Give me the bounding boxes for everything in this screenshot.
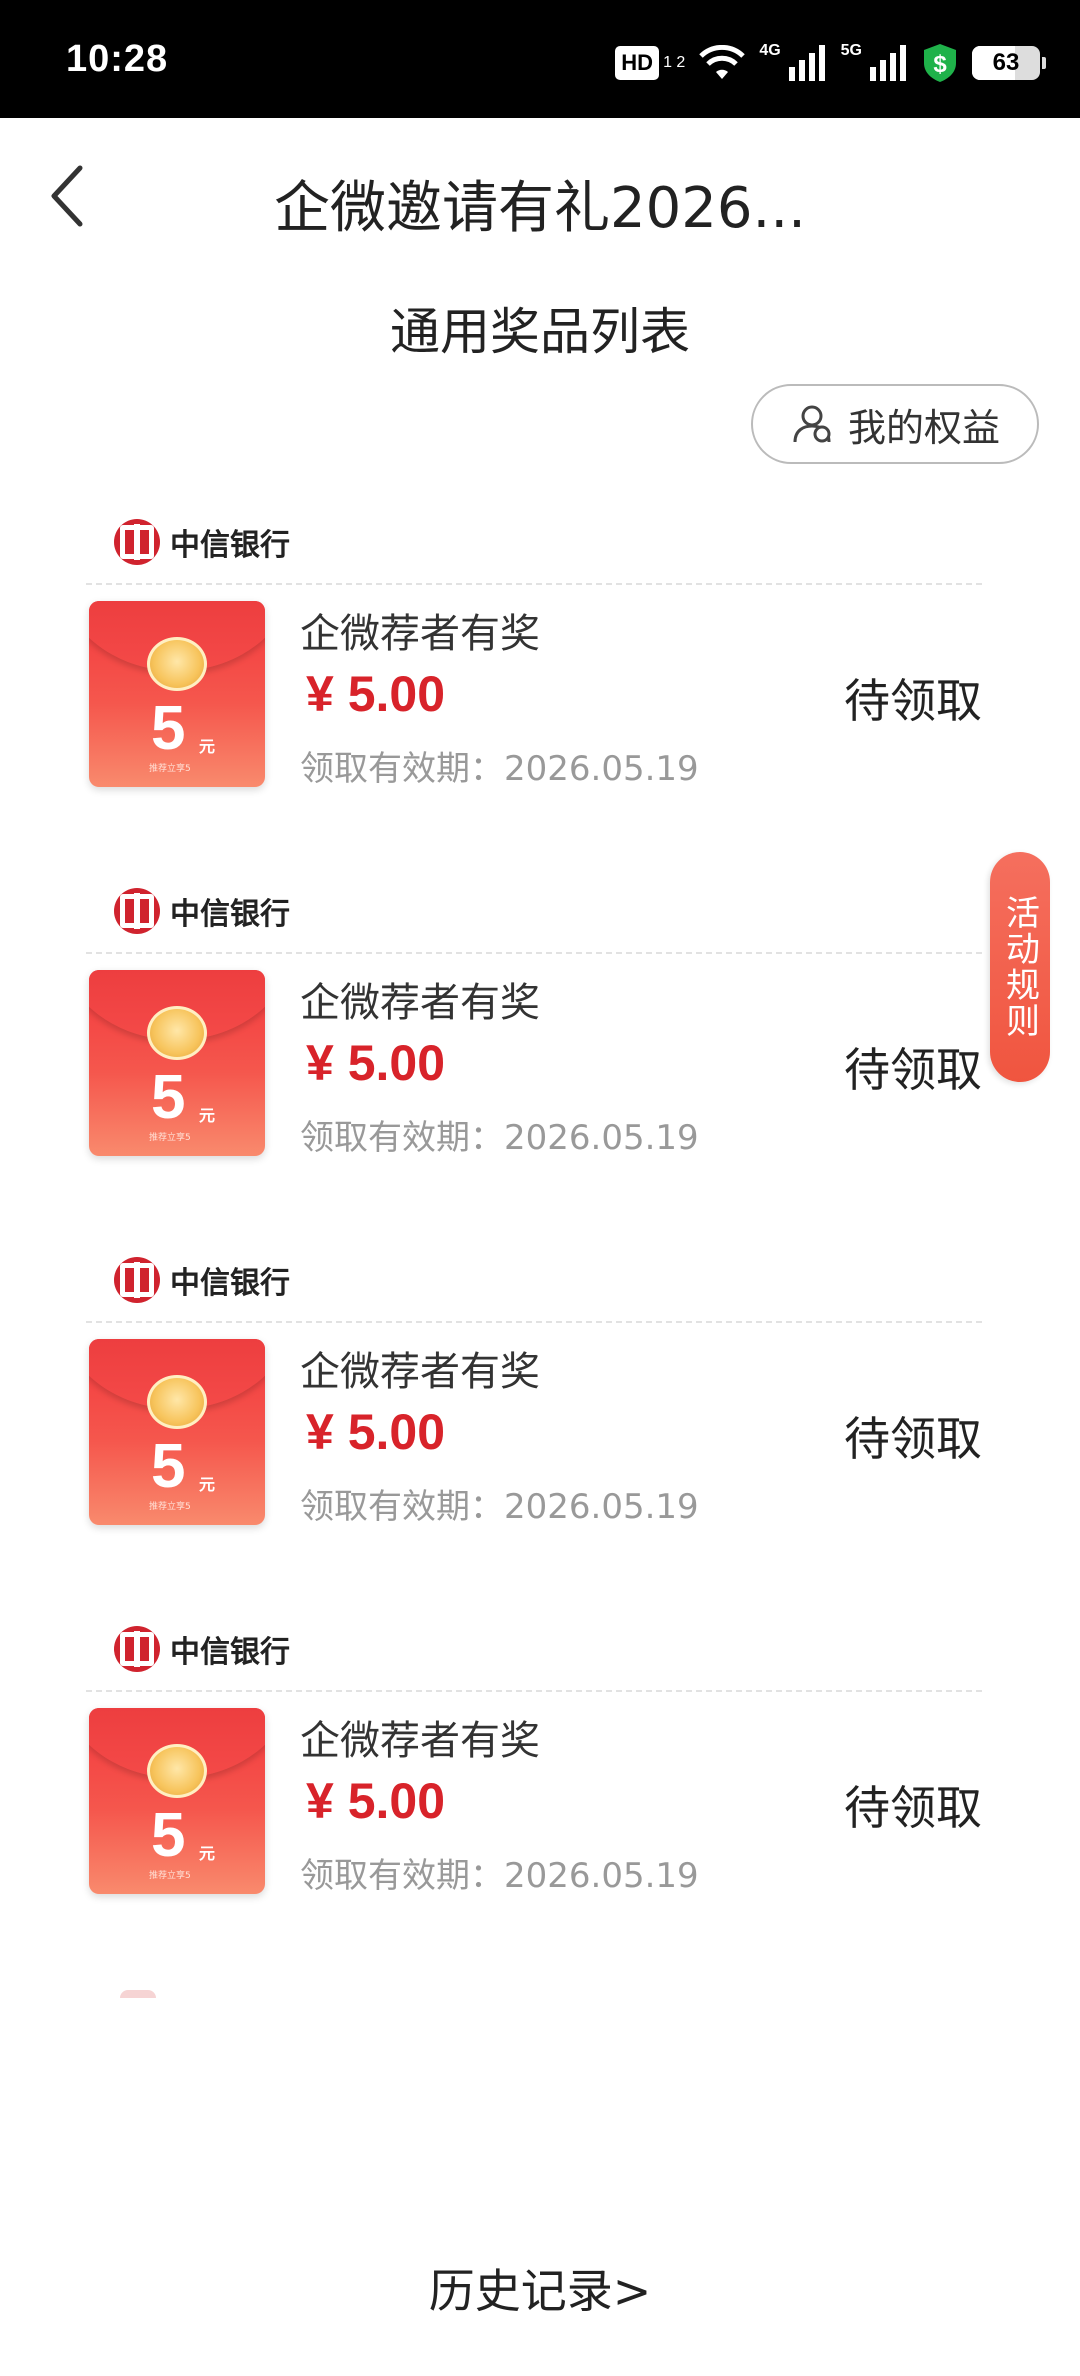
prize-expiry: 领取有效期：2026.05.19 (300, 749, 699, 789)
status-icons: HD 1 2 4G 5G $ 63 (615, 40, 1046, 86)
prize-card: 中信银行 5 元 推荐立享5 企微荐者有奖 ¥ 5.00 领取有效期：2026.… (0, 1243, 1080, 1543)
prize-expiry: 领取有效期：2026.05.19 (300, 1856, 699, 1896)
prize-name: 企微荐者有奖 (300, 1349, 540, 1395)
bank-logo-icon (120, 1990, 156, 1998)
bank-name: 中信银行 (170, 1266, 290, 1301)
signal-5g-icon (870, 45, 906, 81)
battery-level: 63 (992, 49, 1020, 76)
envelope-note: 推荐立享5 (149, 764, 191, 774)
signal-4g-icon (788, 45, 825, 81)
bank-name: 中信银行 (170, 1635, 290, 1670)
bank-name: 中信银行 (170, 897, 290, 932)
envelope-unit: 元 (199, 1106, 216, 1125)
bank-logo-icon (114, 1626, 160, 1672)
claim-status-button[interactable]: 待领取 (844, 1403, 982, 1469)
activity-rules-tab[interactable]: 活动规则 (990, 852, 1050, 1082)
hd-sup: 1 2 (663, 54, 686, 71)
prize-price: ¥ 5.00 (306, 1773, 446, 1829)
envelope-amount: 5 (151, 694, 186, 763)
bank-name: 中信银行 (170, 528, 290, 563)
history-link[interactable]: 历史记录> (0, 2255, 1080, 2321)
prize-card: 中信银行 5 元 推荐立享5 企微荐者有奖 ¥ 5.00 领取有效期：2026.… (0, 874, 1080, 1174)
svg-text:$: $ (933, 51, 947, 78)
prize-expiry: 领取有效期：2026.05.19 (300, 1487, 699, 1527)
prize-name: 企微荐者有奖 (300, 611, 540, 657)
bank-logo-icon (114, 519, 160, 565)
envelope-note: 推荐立享5 (149, 1871, 191, 1881)
prize-name: 企微荐者有奖 (300, 1718, 540, 1764)
activity-rules-label: 活动规则 (999, 895, 1040, 1039)
bank-row: 中信银行 (114, 1255, 290, 1305)
prize-expiry: 领取有效期：2026.05.19 (300, 1118, 699, 1158)
divider (86, 1321, 982, 1323)
prize-price: ¥ 5.00 (306, 666, 446, 722)
envelope-amount: 5 (151, 1432, 186, 1501)
prize-list-page: 10:28 HD 1 2 4G 5G $ 63 企微邀请有礼2026... 通用… (0, 0, 1080, 2376)
nav-bar: 企微邀请有礼2026... (0, 118, 1080, 278)
net-4g-label: 4G (759, 42, 781, 59)
page-title: 企微邀请有礼2026... (274, 176, 806, 241)
my-benefits-label: 我的权益 (847, 405, 1000, 450)
red-envelope-icon: 5 元 推荐立享5 (89, 1339, 265, 1525)
section-title: 通用奖品列表 (390, 303, 690, 361)
divider (86, 583, 982, 585)
envelope-note: 推荐立享5 (149, 1502, 191, 1512)
prize-card: 中信银行 5 元 推荐立享5 企微荐者有奖 ¥ 5.00 领取有效期：2026.… (0, 1612, 1080, 1912)
bank-logo-icon (114, 1257, 160, 1303)
claim-status-button[interactable]: 待领取 (844, 1034, 982, 1100)
status-bar: 10:28 HD 1 2 4G 5G $ 63 (0, 0, 1080, 118)
prize-price: ¥ 5.00 (306, 1035, 446, 1091)
wifi-icon (699, 45, 746, 79)
battery-icon: 63 (972, 46, 1046, 80)
envelope-note: 推荐立享5 (149, 1133, 191, 1143)
net-5g-label: 5G (840, 42, 862, 59)
divider (86, 952, 982, 954)
status-time: 10:28 (66, 38, 169, 80)
envelope-unit: 元 (199, 737, 216, 756)
envelope-unit: 元 (199, 1844, 216, 1863)
envelope-amount: 5 (151, 1063, 186, 1132)
envelope-amount: 5 (151, 1801, 186, 1870)
prize-name: 企微荐者有奖 (300, 980, 540, 1026)
bank-row: 中信银行 (114, 517, 290, 567)
hd-icon: HD (615, 46, 660, 80)
divider (86, 1690, 982, 1692)
shield-dollar-icon: $ (924, 44, 956, 82)
prize-price: ¥ 5.00 (306, 1404, 446, 1460)
bank-logo-icon (114, 888, 160, 934)
red-envelope-icon: 5 元 推荐立享5 (89, 1708, 265, 1894)
envelope-unit: 元 (199, 1475, 216, 1494)
prize-card: 中信银行 5 元 推荐立享5 企微荐者有奖 ¥ 5.00 领取有效期：2026.… (0, 505, 1080, 805)
my-benefits-button[interactable]: 我的权益 (751, 384, 1039, 464)
claim-status-button[interactable]: 待领取 (844, 665, 982, 731)
red-envelope-icon: 5 元 推荐立享5 (89, 601, 265, 787)
bank-row: 中信银行 (114, 886, 290, 936)
bank-row: 中信银行 (114, 1624, 290, 1674)
red-envelope-icon: 5 元 推荐立享5 (89, 970, 265, 1156)
claim-status-button[interactable]: 待领取 (844, 1772, 982, 1838)
user-icon (793, 405, 831, 443)
